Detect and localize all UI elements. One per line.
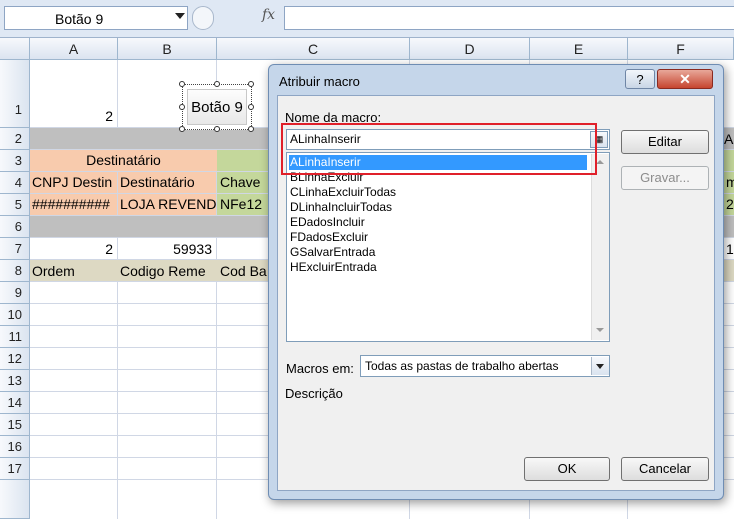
close-button[interactable]: ✕ <box>657 69 713 89</box>
scroll-up-icon[interactable] <box>596 160 604 164</box>
resize-handle[interactable] <box>214 81 220 87</box>
edit-button[interactable]: Editar <box>621 130 709 154</box>
cell-b5[interactable]: LOJA REVEND <box>118 194 216 215</box>
cell-f5-edge: 2 <box>726 196 734 212</box>
row-header-partial[interactable] <box>0 480 30 519</box>
row-header[interactable]: 2 <box>0 128 30 150</box>
formula-bar: Botão 9 fx <box>0 0 734 38</box>
row-header[interactable]: 9 <box>0 282 30 304</box>
macro-list-item[interactable]: HExcluirEntrada <box>290 260 377 275</box>
row-header[interactable]: 4 <box>0 172 30 194</box>
highlight-annotation <box>281 123 597 175</box>
row-header[interactable]: 13 <box>0 370 30 392</box>
row-header[interactable]: 11 <box>0 326 30 348</box>
row-header[interactable]: 14 <box>0 392 30 414</box>
row-header[interactable]: 6 <box>0 216 30 238</box>
dialog-title: Atribuir macro <box>279 74 360 89</box>
column-header-e[interactable]: E <box>530 38 628 60</box>
resize-handle[interactable] <box>248 104 254 110</box>
cell-a7[interactable]: 2 <box>30 239 117 260</box>
resize-handle[interactable] <box>214 126 220 132</box>
row-header[interactable]: 17 <box>0 458 30 480</box>
column-header-b[interactable]: B <box>118 38 217 60</box>
macro-list-item[interactable]: GSalvarEntrada <box>290 245 375 260</box>
macros-in-select[interactable]: Todas as pastas de trabalho abertas <box>360 355 610 377</box>
cell-b7[interactable]: 59933 <box>118 239 216 260</box>
macros-in-value: Todas as pastas de trabalho abertas <box>365 359 559 373</box>
select-all-corner[interactable] <box>0 38 30 60</box>
formula-input[interactable] <box>284 6 734 30</box>
column-header-d[interactable]: D <box>410 38 530 60</box>
cell-b8[interactable]: Codigo Reme <box>118 261 216 282</box>
macro-list-item[interactable]: FDadosExcluir <box>290 230 368 245</box>
macro-list-item[interactable]: CLinhaExcluirTodas <box>290 185 396 200</box>
formula-bar-expand-handle[interactable] <box>192 6 214 30</box>
macro-list[interactable]: ALinhaInserir BLinhaExcluir CLinhaExclui… <box>286 152 610 342</box>
macro-list-item[interactable]: DLinhaIncluirTodas <box>290 200 392 215</box>
name-box[interactable]: Botão 9 <box>4 6 188 30</box>
cancel-button[interactable]: Cancelar <box>621 457 709 481</box>
row-header[interactable]: 1 <box>0 60 30 128</box>
cell-a1[interactable]: 2 <box>30 108 117 128</box>
macro-list-item[interactable]: EDadosIncluir <box>290 215 365 230</box>
cell-b4[interactable]: Destinatário <box>118 172 216 193</box>
record-button: Gravar... <box>621 166 709 190</box>
column-header-f[interactable]: F <box>628 38 734 60</box>
chevron-down-icon[interactable] <box>175 13 185 19</box>
form-button-shape[interactable]: Botão 9 <box>179 81 254 132</box>
description-label: Descrição <box>285 386 343 401</box>
resize-handle[interactable] <box>179 126 185 132</box>
cell-f4-edge: m <box>726 174 734 190</box>
destinatario-header-cell[interactable]: Destinatário <box>30 150 217 171</box>
row-header[interactable]: 12 <box>0 348 30 370</box>
cell-f2-edge: A <box>724 131 734 147</box>
form-button-label[interactable]: Botão 9 <box>187 89 247 125</box>
resize-handle[interactable] <box>179 81 185 87</box>
row-header[interactable]: 10 <box>0 304 30 326</box>
list-scrollbar[interactable] <box>591 154 609 340</box>
help-button[interactable]: ? <box>625 69 655 89</box>
ok-button[interactable]: OK <box>524 457 610 481</box>
row-header[interactable]: 5 <box>0 194 30 216</box>
row-header[interactable]: 7 <box>0 238 30 260</box>
cell-a5[interactable]: ########## <box>30 194 117 215</box>
cell-f7-edge: 1 <box>726 241 734 257</box>
row-header[interactable]: 3 <box>0 150 30 172</box>
cell-a8[interactable]: Ordem <box>30 261 117 282</box>
column-header-c[interactable]: C <box>217 38 410 60</box>
chevron-down-icon[interactable] <box>591 357 609 375</box>
insert-function-icon[interactable]: fx <box>262 7 275 23</box>
row-header[interactable]: 16 <box>0 436 30 458</box>
row-header[interactable]: 8 <box>0 260 30 282</box>
row-header[interactable]: 15 <box>0 414 30 436</box>
resize-handle[interactable] <box>179 104 185 110</box>
resize-handle[interactable] <box>248 126 254 132</box>
resize-handle[interactable] <box>248 81 254 87</box>
assign-macro-dialog: Atribuir macro ? ✕ Nome da macro: ALinha… <box>268 64 724 500</box>
scroll-down-icon[interactable] <box>596 328 604 332</box>
macros-in-label: Macros em: <box>286 361 354 376</box>
cell-a4[interactable]: CNPJ Destin <box>30 172 117 193</box>
name-box-value: Botão 9 <box>55 11 104 27</box>
column-header-a[interactable]: A <box>30 38 118 60</box>
